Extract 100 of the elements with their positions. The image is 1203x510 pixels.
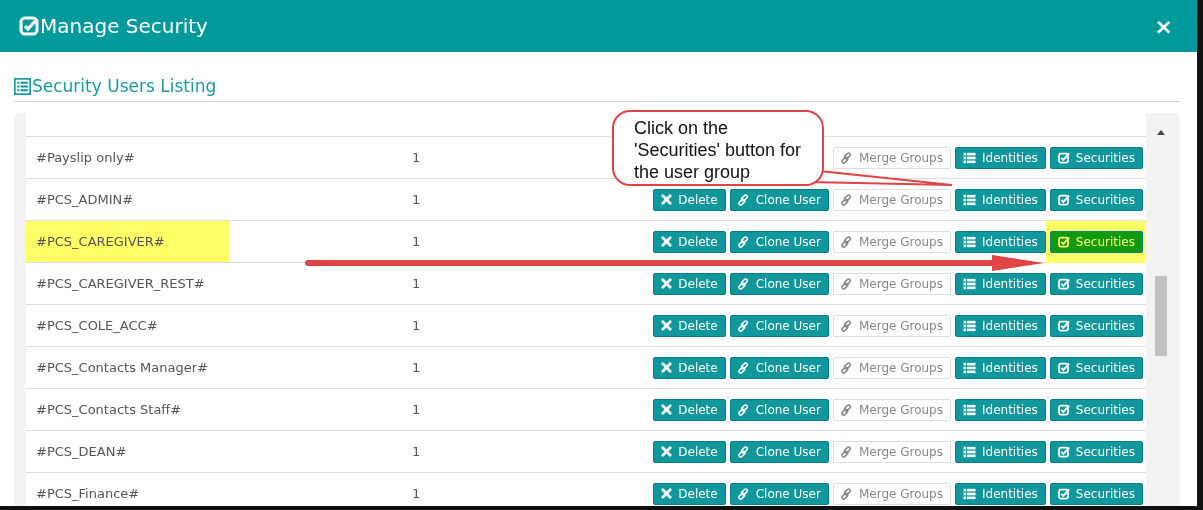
table-cell-text: #PCS_CAREGIVER_REST#	[35, 275, 206, 293]
identities-button[interactable]: Identities	[955, 440, 1046, 463]
link-icon	[840, 193, 853, 206]
clone-button[interactable]: Clone User	[729, 188, 829, 211]
list-icon	[963, 235, 976, 248]
close-button[interactable]: ×	[1146, 13, 1181, 39]
securities-button[interactable]: Securities	[1049, 230, 1143, 253]
link-icon	[840, 151, 853, 164]
link-icon	[840, 445, 853, 458]
list-icon	[963, 193, 976, 206]
table-cell-text: 1	[412, 150, 422, 165]
merge-button[interactable]: Merge Groups	[832, 146, 951, 169]
securities-button[interactable]: Securities	[1049, 146, 1143, 169]
list-icon	[963, 487, 976, 500]
list-icon	[963, 277, 976, 290]
clone-button[interactable]: Clone User	[729, 440, 829, 463]
check-square-icon	[19, 16, 39, 36]
table-cell-text: #PCS_Finance#	[35, 485, 141, 503]
delete-button[interactable]: Delete	[653, 230, 726, 253]
clone-button[interactable]: Clone User	[729, 482, 829, 505]
link-icon	[737, 487, 750, 500]
list-icon	[963, 445, 976, 458]
close-icon	[661, 446, 673, 457]
merge-button[interactable]: Merge Groups	[832, 482, 951, 505]
delete-button[interactable]: Delete	[653, 188, 726, 211]
callout-text: Click on the 'Securities' button for the user group	[634, 118, 801, 182]
clone-button[interactable]: Clone User	[729, 398, 829, 421]
list-icon	[14, 77, 31, 95]
link-icon	[840, 319, 853, 332]
check-square-icon	[1057, 235, 1070, 248]
identities-button[interactable]: Identities	[955, 188, 1046, 211]
table-cell-text: 1	[412, 444, 422, 459]
merge-button[interactable]: Merge Groups	[832, 272, 951, 295]
delete-button[interactable]: Delete	[653, 356, 726, 379]
check-square-icon	[1057, 445, 1070, 458]
close-icon	[661, 194, 673, 205]
delete-button[interactable]: Delete	[653, 272, 726, 295]
check-square-icon	[1057, 361, 1070, 374]
merge-button[interactable]: Merge Groups	[832, 188, 951, 211]
merge-button[interactable]: Merge Groups	[832, 356, 951, 379]
table-cell-text: #PCS_ADMIN#	[35, 191, 135, 209]
link-icon	[840, 361, 853, 374]
delete-button[interactable]: Delete	[653, 398, 726, 421]
merge-button[interactable]: Merge Groups	[832, 230, 951, 253]
delete-button[interactable]: Delete	[653, 440, 726, 463]
check-square-icon	[1057, 193, 1070, 206]
table-cell-text: #PCS_COLE_ACC#	[35, 317, 159, 335]
table-cell-text: #PCS_Contacts Staff#	[35, 401, 183, 419]
securities-button[interactable]: Securities	[1049, 356, 1143, 379]
identities-button[interactable]: Identities	[955, 356, 1046, 379]
list-icon	[963, 361, 976, 374]
link-icon	[737, 193, 750, 206]
check-square-icon	[1057, 403, 1070, 416]
delete-button[interactable]: Delete	[653, 314, 726, 337]
link-icon	[737, 445, 750, 458]
identities-button[interactable]: Identities	[955, 314, 1046, 337]
clone-button[interactable]: Clone User	[729, 356, 829, 379]
check-square-icon	[1057, 319, 1070, 332]
securities-button[interactable]: Securities	[1049, 272, 1143, 295]
merge-button[interactable]: Merge Groups	[832, 440, 951, 463]
close-icon	[661, 488, 673, 499]
merge-button[interactable]: Merge Groups	[832, 398, 951, 421]
identities-button[interactable]: Identities	[955, 398, 1046, 421]
table-cell-text: 1	[412, 276, 422, 291]
close-icon	[661, 404, 673, 415]
delete-button[interactable]: Delete	[653, 482, 726, 505]
close-icon	[661, 236, 673, 247]
close-icon	[661, 320, 673, 331]
merge-button[interactable]: Merge Groups	[832, 314, 951, 337]
securities-button[interactable]: Securities	[1049, 440, 1143, 463]
securities-button[interactable]: Securities	[1049, 398, 1143, 421]
link-icon	[737, 361, 750, 374]
link-icon	[840, 277, 853, 290]
table-cell-text: 1	[412, 486, 422, 501]
table-cell-text: #Payslip only#	[35, 149, 136, 167]
close-icon	[661, 362, 673, 373]
identities-button[interactable]: Identities	[955, 230, 1046, 253]
identities-button[interactable]: Identities	[955, 272, 1046, 295]
scrollbar-thumb[interactable]	[1155, 276, 1167, 356]
clone-button[interactable]: Clone User	[729, 314, 829, 337]
link-icon	[840, 235, 853, 248]
identities-button[interactable]: Identities	[955, 482, 1046, 505]
list-icon	[963, 151, 976, 164]
check-square-icon	[1057, 487, 1070, 500]
clone-button[interactable]: Clone User	[729, 230, 829, 253]
link-icon	[737, 403, 750, 416]
table-cell-text: 1	[412, 360, 422, 375]
scroll-up-icon[interactable]	[1157, 130, 1165, 135]
list-icon	[963, 319, 976, 332]
link-icon	[737, 235, 750, 248]
check-square-icon	[1057, 277, 1070, 290]
securities-button[interactable]: Securities	[1049, 482, 1143, 505]
table-cell-text: #PCS_DEAN#	[35, 443, 128, 461]
link-icon	[737, 277, 750, 290]
securities-button[interactable]: Securities	[1049, 314, 1143, 337]
clone-button[interactable]: Clone User	[729, 272, 829, 295]
link-icon	[737, 319, 750, 332]
check-square-icon	[1057, 151, 1070, 164]
securities-button[interactable]: Securities	[1049, 188, 1143, 211]
identities-button[interactable]: Identities	[955, 146, 1046, 169]
